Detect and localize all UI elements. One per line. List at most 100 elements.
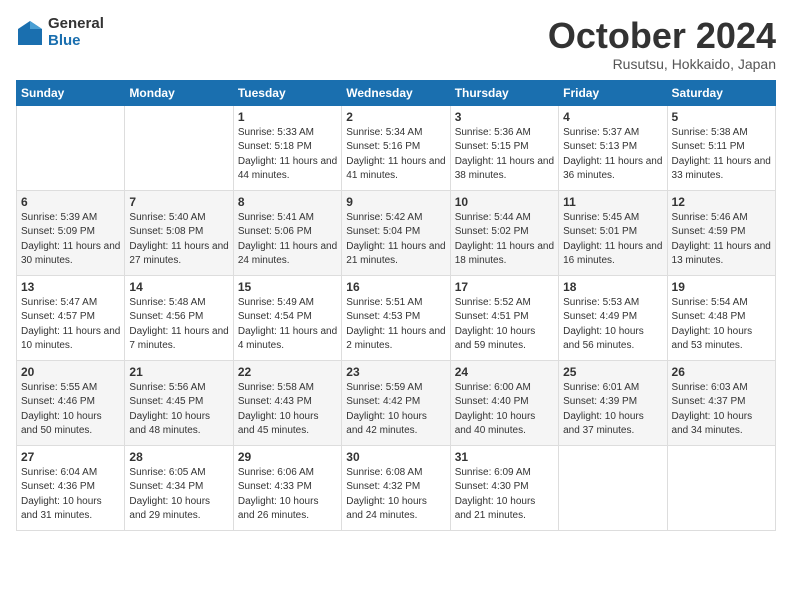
day-cell: 14 Sunrise: 5:48 AM Sunset: 4:56 PM Dayli… [125,275,233,360]
day-number: 7 [129,195,228,209]
day-cell: 1 Sunrise: 5:33 AM Sunset: 5:18 PM Daylig… [233,105,341,190]
header-cell-thursday: Thursday [450,80,558,105]
day-info: Sunrise: 5:36 AM Sunset: 5:15 PM Dayligh… [455,126,554,184]
day-number: 13 [21,280,120,294]
day-number: 20 [21,365,120,379]
logo-icon [16,19,44,47]
day-cell: 21Sunrise: 5:56 AM Sunset: 4:45 PM Dayli… [125,360,233,445]
day-info: Sunrise: 6:01 AM Sunset: 4:39 PM Dayligh… [563,381,662,439]
day-number: 10 [455,195,554,209]
week-row-1: 1 Sunrise: 5:33 AM Sunset: 5:18 PM Daylig… [17,105,776,190]
day-info: Sunrise: 5:47 AM Sunset: 4:57 PM Dayligh… [21,296,120,354]
header: General Blue October 2024 Rusutsu, Hokka… [16,16,776,72]
day-info: Sunrise: 5:41 AM Sunset: 5:06 PM Dayligh… [238,211,337,269]
day-cell: 10 Sunrise: 5:44 AM Sunset: 5:02 PM Dayli… [450,190,558,275]
logo-general-text: General [48,16,104,33]
day-number: 2 [346,110,445,124]
day-number: 16 [346,280,445,294]
day-cell: 19Sunrise: 5:54 AM Sunset: 4:48 PM Dayli… [667,275,775,360]
day-number: 26 [672,365,771,379]
day-info: Sunrise: 5:40 AM Sunset: 5:08 PM Dayligh… [129,211,228,269]
day-cell: 26 Sunrise: 6:03 AM Sunset: 4:37 PM Dayli… [667,360,775,445]
day-info: Sunrise: 5:33 AM Sunset: 5:18 PM Dayligh… [238,126,337,184]
header-row: SundayMondayTuesdayWednesdayThursdayFrid… [17,80,776,105]
day-cell: 7 Sunrise: 5:40 AM Sunset: 5:08 PM Daylig… [125,190,233,275]
day-info: Sunrise: 5:38 AM Sunset: 5:11 PM Dayligh… [672,126,771,184]
day-info: Sunrise: 6:04 AM Sunset: 4:36 PM Dayligh… [21,466,120,524]
header-cell-tuesday: Tuesday [233,80,341,105]
header-cell-wednesday: Wednesday [342,80,450,105]
day-cell: 18 Sunrise: 5:53 AM Sunset: 4:49 PM Dayli… [559,275,667,360]
day-number: 12 [672,195,771,209]
day-number: 21 [129,365,228,379]
day-number: 3 [455,110,554,124]
day-cell: 13 Sunrise: 5:47 AM Sunset: 4:57 PM Dayli… [17,275,125,360]
day-cell: 27 Sunrise: 6:04 AM Sunset: 4:36 PM Dayli… [17,445,125,530]
day-info: Sunrise: 5:44 AM Sunset: 5:02 PM Dayligh… [455,211,554,269]
day-number: 11 [563,195,662,209]
location: Rusutsu, Hokkaido, Japan [548,56,776,72]
day-cell: 22Sunrise: 5:58 AM Sunset: 4:43 PM Dayli… [233,360,341,445]
day-cell: 31 Sunrise: 6:09 AM Sunset: 4:30 PM Dayli… [450,445,558,530]
day-cell: 15 Sunrise: 5:49 AM Sunset: 4:54 PM Dayli… [233,275,341,360]
day-number: 25 [563,365,662,379]
header-cell-friday: Friday [559,80,667,105]
logo: General Blue [16,16,104,49]
day-cell: 24 Sunrise: 6:00 AM Sunset: 4:40 PM Dayli… [450,360,558,445]
day-number: 28 [129,450,228,464]
day-info: Sunrise: 6:06 AM Sunset: 4:33 PM Dayligh… [238,466,337,524]
day-number: 18 [563,280,662,294]
day-cell: 20 Sunrise: 5:55 AM Sunset: 4:46 PM Dayli… [17,360,125,445]
day-number: 27 [21,450,120,464]
day-info: Sunrise: 5:51 AM Sunset: 4:53 PM Dayligh… [346,296,445,354]
day-info: Sunrise: 5:53 AM Sunset: 4:49 PM Dayligh… [563,296,662,354]
day-cell [667,445,775,530]
day-cell: 29Sunrise: 6:06 AM Sunset: 4:33 PM Dayli… [233,445,341,530]
day-info: Sunrise: 5:37 AM Sunset: 5:13 PM Dayligh… [563,126,662,184]
day-cell: 28 Sunrise: 6:05 AM Sunset: 4:34 PM Dayli… [125,445,233,530]
header-cell-sunday: Sunday [17,80,125,105]
day-number: 8 [238,195,337,209]
day-cell: 25 Sunrise: 6:01 AM Sunset: 4:39 PM Dayli… [559,360,667,445]
day-cell: 2Sunrise: 5:34 AM Sunset: 5:16 PM Daylig… [342,105,450,190]
day-cell: 6Sunrise: 5:39 AM Sunset: 5:09 PM Daylig… [17,190,125,275]
day-info: Sunrise: 6:00 AM Sunset: 4:40 PM Dayligh… [455,381,554,439]
day-cell: 30Sunrise: 6:08 AM Sunset: 4:32 PM Dayli… [342,445,450,530]
day-number: 24 [455,365,554,379]
day-cell [17,105,125,190]
day-info: Sunrise: 6:05 AM Sunset: 4:34 PM Dayligh… [129,466,228,524]
day-cell: 3 Sunrise: 5:36 AM Sunset: 5:15 PM Daylig… [450,105,558,190]
day-number: 15 [238,280,337,294]
day-number: 5 [672,110,771,124]
day-cell: 11 Sunrise: 5:45 AM Sunset: 5:01 PM Dayli… [559,190,667,275]
day-cell: 23Sunrise: 5:59 AM Sunset: 4:42 PM Dayli… [342,360,450,445]
day-info: Sunrise: 5:55 AM Sunset: 4:46 PM Dayligh… [21,381,120,439]
day-info: Sunrise: 5:48 AM Sunset: 4:56 PM Dayligh… [129,296,228,354]
day-cell: 17Sunrise: 5:52 AM Sunset: 4:51 PM Dayli… [450,275,558,360]
day-number: 17 [455,280,554,294]
day-number: 22 [238,365,337,379]
day-info: Sunrise: 5:46 AM Sunset: 4:59 PM Dayligh… [672,211,771,269]
logo-blue-text: Blue [48,33,104,50]
day-number: 31 [455,450,554,464]
day-info: Sunrise: 6:03 AM Sunset: 4:37 PM Dayligh… [672,381,771,439]
week-row-5: 27 Sunrise: 6:04 AM Sunset: 4:36 PM Dayli… [17,445,776,530]
header-cell-monday: Monday [125,80,233,105]
day-number: 6 [21,195,120,209]
day-info: Sunrise: 6:08 AM Sunset: 4:32 PM Dayligh… [346,466,445,524]
week-row-2: 6Sunrise: 5:39 AM Sunset: 5:09 PM Daylig… [17,190,776,275]
day-cell: 9Sunrise: 5:42 AM Sunset: 5:04 PM Daylig… [342,190,450,275]
day-cell: 16 Sunrise: 5:51 AM Sunset: 4:53 PM Dayli… [342,275,450,360]
week-row-4: 20 Sunrise: 5:55 AM Sunset: 4:46 PM Dayli… [17,360,776,445]
day-number: 4 [563,110,662,124]
day-info: Sunrise: 5:59 AM Sunset: 4:42 PM Dayligh… [346,381,445,439]
day-info: Sunrise: 5:49 AM Sunset: 4:54 PM Dayligh… [238,296,337,354]
day-number: 14 [129,280,228,294]
day-info: Sunrise: 6:09 AM Sunset: 4:30 PM Dayligh… [455,466,554,524]
day-info: Sunrise: 5:45 AM Sunset: 5:01 PM Dayligh… [563,211,662,269]
day-number: 1 [238,110,337,124]
header-cell-saturday: Saturday [667,80,775,105]
day-cell [559,445,667,530]
day-cell: 12 Sunrise: 5:46 AM Sunset: 4:59 PM Dayli… [667,190,775,275]
day-number: 19 [672,280,771,294]
